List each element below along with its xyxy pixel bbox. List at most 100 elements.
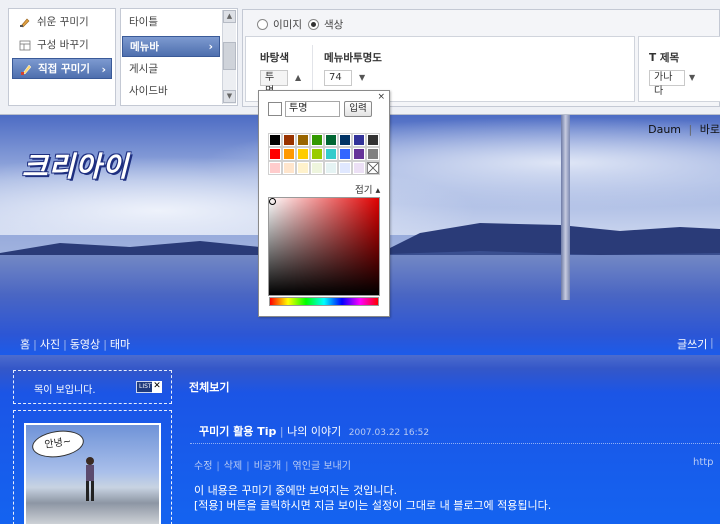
submenu-item-sidebar[interactable]: 사이드바 <box>122 81 220 102</box>
scroll-down-icon[interactable]: ▼ <box>223 90 236 103</box>
profile-photo[interactable]: 안녕~ <box>24 423 161 524</box>
scroll-up-icon[interactable]: ▲ <box>223 10 236 23</box>
color-swatch[interactable] <box>338 133 352 147</box>
daum-link[interactable]: Daum <box>648 123 681 136</box>
menu-item-label: 쉬운 꾸미기 <box>37 16 89 28</box>
color-swatch[interactable] <box>282 133 296 147</box>
nav-home[interactable]: 홈 <box>20 338 30 351</box>
paintbrush-icon <box>21 64 32 75</box>
apply-color-button[interactable]: 입력 <box>344 101 372 117</box>
chevron-down-icon[interactable]: ▼ <box>359 73 365 82</box>
speech-bubble: 안녕~ <box>30 427 86 461</box>
radio-label: 색상 <box>324 19 344 31</box>
submenu-item-menubar[interactable]: 메뉴바 › <box>122 36 220 57</box>
delete-link[interactable]: 삭제 <box>224 461 242 472</box>
color-swatch[interactable] <box>324 147 338 161</box>
color-swatch[interactable] <box>338 161 352 175</box>
blog-menubar: 홈 | 사진 | 동영상 | 태마 <box>20 338 131 351</box>
post-title[interactable]: 꾸미기 활용 Tip <box>199 425 276 438</box>
chevron-down-icon[interactable]: ▼ <box>689 73 695 82</box>
close-icon[interactable]: × <box>377 92 385 102</box>
edit-link[interactable]: 수정 <box>194 461 212 472</box>
private-link[interactable]: 비공개 <box>254 461 282 472</box>
color-swatch[interactable] <box>282 161 296 175</box>
color-swatch[interactable] <box>324 161 338 175</box>
divider: | <box>279 425 284 438</box>
color-swatch[interactable] <box>268 133 282 147</box>
menu-item-label: 구성 바꾸기 <box>37 39 89 51</box>
color-swatch-grid <box>268 133 384 176</box>
nav-photos[interactable]: 사진 <box>40 338 60 351</box>
color-swatch[interactable] <box>296 161 310 175</box>
color-swatch[interactable] <box>352 147 366 161</box>
write-post-link[interactable]: 글쓰기 <box>677 336 707 352</box>
background-type-radio-group: 이미지 색상 <box>243 10 720 36</box>
submenu-item-posts[interactable]: 게시글 <box>122 59 220 80</box>
decorate-mode-menu: 쉬운 꾸미기 구성 바꾸기 직접 꾸미기 › <box>8 8 116 106</box>
color-swatch[interactable] <box>352 133 366 147</box>
profile-widget: 안녕~ <box>13 410 172 524</box>
custom-decorate-submenu: 타이틀 메뉴바 › 게시글 사이드바 ▲ ▼ <box>120 8 238 106</box>
color-cursor[interactable] <box>269 198 276 205</box>
current-color-swatch <box>268 102 282 116</box>
color-swatch[interactable] <box>338 147 352 161</box>
color-picker-popup: × 투명 입력 접기 ▴ <box>258 90 390 317</box>
radio-button[interactable] <box>257 19 268 30</box>
bg-color-select[interactable]: 투명 <box>260 70 288 97</box>
blog-title[interactable]: 크리아이 <box>22 145 129 185</box>
hue-slider[interactable] <box>269 297 379 306</box>
person-figure-image <box>86 457 94 501</box>
submenu-scrollbar[interactable]: ▲ ▼ <box>222 10 236 104</box>
notice-text: 목이 보입니다. <box>34 385 96 396</box>
color-swatch[interactable] <box>352 161 366 175</box>
divider <box>190 443 720 444</box>
radio-color[interactable]: 색상 <box>308 18 343 32</box>
radio-image[interactable]: 이미지 <box>257 18 302 32</box>
color-swatch[interactable] <box>310 161 324 175</box>
color-swatch[interactable] <box>310 147 324 161</box>
scroll-thumb[interactable] <box>223 42 236 70</box>
color-swatch[interactable] <box>296 147 310 161</box>
notice-list-button[interactable]: LIST ✕ <box>136 381 162 393</box>
menubar-opacity-select[interactable]: 74 <box>324 70 352 86</box>
color-swatch[interactable] <box>366 161 380 175</box>
color-value-input[interactable]: 투명 <box>285 101 340 117</box>
chevron-right-icon: › <box>208 41 213 53</box>
layout-icon <box>19 40 31 51</box>
color-swatch[interactable] <box>268 161 282 175</box>
radio-button[interactable] <box>308 19 319 30</box>
saturation-value-field[interactable] <box>268 197 380 296</box>
color-swatch[interactable] <box>324 133 338 147</box>
utility-pole-image <box>561 115 570 300</box>
trackback-link[interactable]: 엮인글 보내기 <box>293 461 351 472</box>
category-header[interactable]: 전체보기 <box>189 379 229 395</box>
nav-videos[interactable]: 동영상 <box>70 338 100 351</box>
post-url[interactable]: http <box>693 457 714 468</box>
post-date: 2007.03.22 16:52 <box>348 428 430 438</box>
nav-theme[interactable]: 태마 <box>110 338 130 351</box>
color-swatch[interactable] <box>268 147 282 161</box>
menu-item-label: 직접 꾸미기 <box>38 63 90 75</box>
top-links: Daum | 바로 <box>644 121 720 137</box>
color-swatch[interactable] <box>366 147 380 161</box>
submenu-item-label: 사이드바 <box>129 85 168 97</box>
caret-up-icon[interactable]: ▲ <box>295 73 301 82</box>
chevron-right-icon: › <box>101 63 106 76</box>
title-font-select[interactable]: 가나다 <box>649 70 685 97</box>
menu-item-custom-decorate[interactable]: 직접 꾸미기 › <box>12 58 112 79</box>
menu-item-easy-decorate[interactable]: 쉬운 꾸미기 <box>12 12 112 33</box>
fold-label: 접기 <box>355 185 373 196</box>
fold-button[interactable]: 접기 ▴ <box>355 182 380 196</box>
post-category[interactable]: 나의 이야기 <box>287 425 341 438</box>
post-actions: 수정 | 삭제 | 비공개 | 엮인글 보내기 <box>194 461 351 472</box>
color-swatch[interactable] <box>310 133 324 147</box>
color-swatch[interactable] <box>282 147 296 161</box>
menu-item-change-layout[interactable]: 구성 바꾸기 <box>12 35 112 56</box>
post-body: 이 내용은 꾸미기 중에만 보여지는 것입니다. [적용] 버튼을 클릭하시면 … <box>194 483 551 513</box>
color-swatch[interactable] <box>366 133 380 147</box>
submenu-item-title[interactable]: 타이틀 <box>122 12 220 33</box>
shortcut-link[interactable]: 바로 <box>700 123 720 136</box>
color-swatch[interactable] <box>296 133 310 147</box>
close-icon[interactable]: ✕ <box>152 381 162 393</box>
divider: | <box>710 336 714 349</box>
